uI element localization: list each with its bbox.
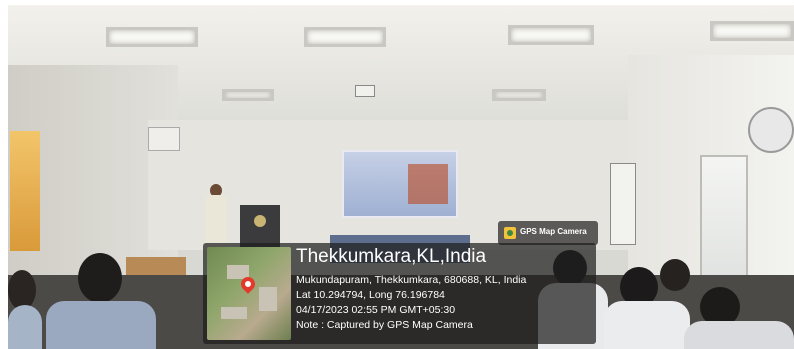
ceiling-light (492, 89, 546, 101)
audience-shirt (8, 305, 42, 349)
gps-badge-label: GPS Map Camera (520, 227, 587, 236)
satellite-map-thumbnail (207, 247, 291, 340)
location-address: Mukundapuram, Thekkumkara, 680688, KL, I… (296, 274, 527, 286)
location-note: Note : Captured by GPS Map Camera (296, 319, 473, 331)
audience-shirt (684, 321, 794, 349)
podium-logo (254, 215, 266, 227)
window-curtain (10, 131, 40, 251)
location-title: Thekkumkara,KL,India (296, 246, 487, 267)
air-conditioner (148, 127, 180, 151)
slide-image (408, 164, 448, 204)
location-stamp: Thekkumkara,KL,India Mukundapuram, Thekk… (203, 243, 596, 344)
audience-shirt (46, 301, 156, 349)
ceiling-light (304, 27, 386, 47)
projector (355, 85, 375, 97)
audience-head (8, 270, 36, 310)
gps-map-camera-icon (504, 227, 516, 239)
audience-shirt (604, 301, 690, 349)
whiteboard-stand (610, 163, 636, 245)
projection-screen (342, 150, 458, 218)
location-datetime: 04/17/2023 02:55 PM GMT+05:30 (296, 304, 456, 316)
gps-camera-badge: GPS Map Camera (498, 221, 598, 245)
map-building (259, 287, 277, 311)
wall-fan (748, 107, 794, 153)
audience-head (78, 253, 122, 303)
ceiling-light (508, 25, 594, 45)
location-coordinates: Lat 10.294794, Long 76.196784 (296, 289, 445, 301)
ceiling-light (710, 21, 794, 41)
audience-head (660, 259, 690, 291)
ceiling-light (222, 89, 274, 101)
map-building (221, 307, 247, 319)
ceiling-light (106, 27, 198, 47)
